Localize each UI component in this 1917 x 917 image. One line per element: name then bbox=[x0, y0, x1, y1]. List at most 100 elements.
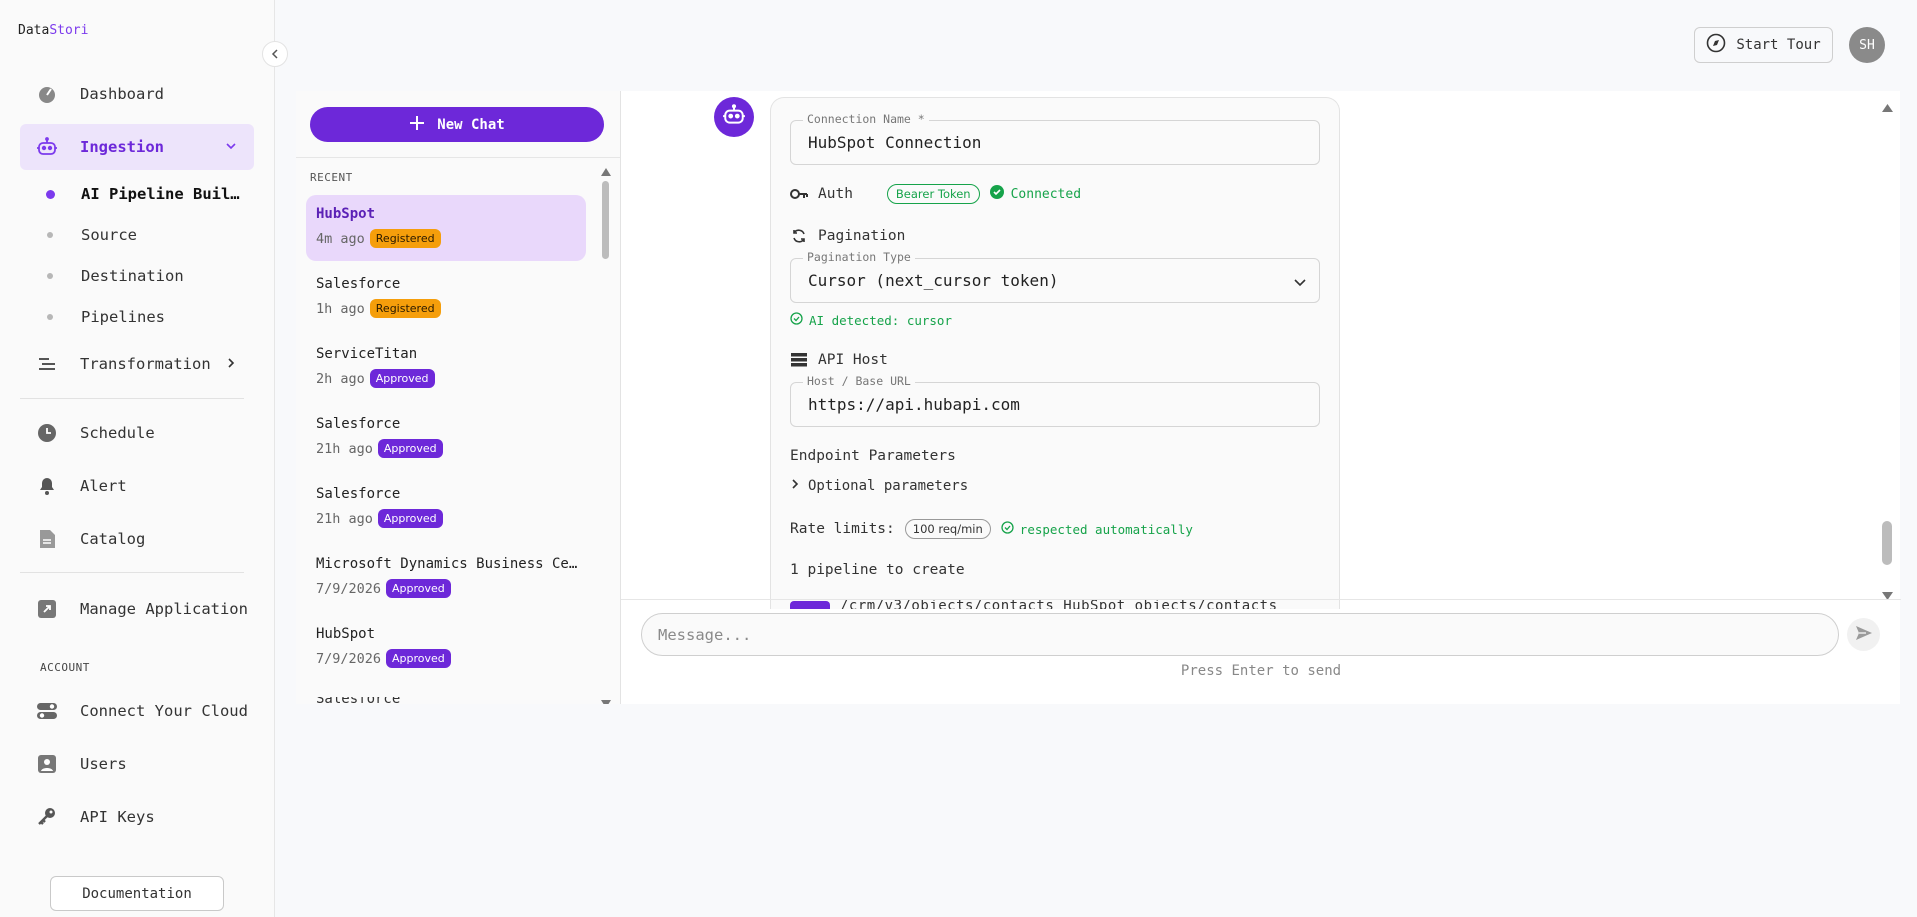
status-badge: Approved bbox=[369, 369, 435, 388]
server-icon bbox=[790, 351, 808, 369]
composer-divider bbox=[621, 599, 1901, 600]
check-circle-outline-icon bbox=[790, 312, 803, 328]
message-input[interactable] bbox=[641, 613, 1839, 656]
pipelines-count-label: 1 pipeline to create bbox=[790, 562, 965, 578]
avatar[interactable]: SH bbox=[1849, 27, 1885, 63]
start-tour-button[interactable]: Start Tour bbox=[1694, 27, 1833, 63]
external-link-icon bbox=[36, 598, 58, 620]
sidebar-item-schedule[interactable]: Schedule bbox=[20, 410, 254, 456]
brand-prefix: Data bbox=[18, 23, 50, 38]
ai-detected-row: AI detected: cursor bbox=[790, 312, 952, 328]
brand-logo[interactable]: DataStori bbox=[18, 23, 88, 38]
sidebar-item-label: Transformation bbox=[80, 355, 211, 373]
optional-parameters-toggle[interactable]: Optional parameters bbox=[790, 478, 968, 494]
chatlist-divider bbox=[296, 157, 620, 158]
gauge-icon bbox=[36, 83, 58, 105]
scroll-up-arrow-icon[interactable] bbox=[601, 161, 611, 180]
empty-content-area bbox=[296, 704, 1900, 917]
new-chat-button[interactable]: New Chat bbox=[310, 107, 604, 142]
pagination-type-select[interactable]: Pagination Type Cursor (next_cursor toke… bbox=[790, 250, 1320, 303]
scroll-down-arrow-icon[interactable] bbox=[1882, 585, 1893, 604]
scroll-up-arrow-icon[interactable] bbox=[1882, 97, 1893, 116]
scrollbar-thumb[interactable] bbox=[1882, 521, 1892, 565]
status-badge: Approved bbox=[386, 579, 451, 598]
sidebar-item-dashboard[interactable]: Dashboard bbox=[20, 71, 254, 117]
sidebar-item-label: Users bbox=[80, 755, 127, 773]
clock-icon bbox=[36, 422, 58, 444]
status-badge: Registered bbox=[369, 229, 441, 248]
sidebar-item-label: Schedule bbox=[80, 424, 155, 442]
sidebar-item-api-keys[interactable]: API Keys bbox=[20, 794, 254, 840]
sidebar-item-label: API Keys bbox=[80, 808, 155, 826]
sidebar-divider bbox=[20, 572, 244, 573]
scrollbar-thumb[interactable] bbox=[602, 181, 609, 259]
send-button[interactable] bbox=[1847, 618, 1880, 651]
sidebar-item-alert[interactable]: Alert bbox=[20, 463, 254, 509]
sidebar-subitem-destination[interactable]: Destination bbox=[47, 264, 184, 288]
chat-list-item[interactable]: Salesforce 21h ago Approved bbox=[306, 475, 586, 541]
check-circle-icon bbox=[989, 185, 1004, 203]
sidebar-subitem-pipelines[interactable]: Pipelines bbox=[47, 305, 165, 329]
auth-label: Auth bbox=[818, 186, 853, 202]
sidebar-subitem-ai-pipeline-builder[interactable]: AI Pipeline Buil… bbox=[46, 182, 240, 206]
collapse-sidebar-button[interactable] bbox=[262, 41, 288, 67]
chat-scrollbar[interactable] bbox=[1879, 91, 1895, 601]
chat-list-item-partial[interactable]: Salesforce bbox=[316, 697, 400, 704]
documentation-button[interactable]: Documentation bbox=[50, 876, 224, 911]
chat-list-item[interactable]: ServiceTitan 2h ago Approved bbox=[306, 335, 586, 401]
connection-name-value: HubSpot Connection bbox=[808, 133, 982, 152]
subitem-label: AI Pipeline Buil… bbox=[81, 185, 240, 203]
start-tour-label: Start Tour bbox=[1736, 37, 1821, 53]
chat-title: Salesforce bbox=[316, 486, 401, 502]
sidebar-item-ingestion[interactable]: Ingestion bbox=[20, 124, 254, 170]
chat-list-item[interactable]: HubSpot 7/9/2026 Approved bbox=[306, 615, 586, 681]
auth-row: Auth Bearer Token Connected bbox=[790, 184, 1081, 204]
chatlist-scrollbar[interactable] bbox=[601, 161, 611, 708]
sidebar-item-transformation[interactable]: Transformation bbox=[20, 341, 254, 387]
pipeline-item-partial[interactable]: /crm/v3/objects/contacts HubSpot objects… bbox=[790, 594, 1278, 609]
sidebar-subitem-source[interactable]: Source bbox=[47, 223, 137, 247]
sidebar-item-label: Connect Your Cloud bbox=[80, 702, 248, 720]
sidebar-item-label: Alert bbox=[80, 477, 127, 495]
sidebar-item-label: Ingestion bbox=[80, 138, 164, 156]
chat-list-item[interactable]: Microsoft Dynamics Business Cen… 7/9/202… bbox=[306, 545, 586, 611]
host-url-field[interactable]: Host / Base URL https://api.hubapi.com bbox=[790, 374, 1320, 427]
pagination-label: Pagination bbox=[818, 228, 906, 244]
connection-config-card: Connection Name * HubSpot Connection Aut… bbox=[770, 97, 1340, 609]
sidebar-item-label: Catalog bbox=[80, 530, 146, 548]
api-host-row: API Host bbox=[790, 351, 888, 369]
account-section-label: ACCOUNT bbox=[40, 661, 90, 674]
connection-name-field[interactable]: Connection Name * HubSpot Connection bbox=[790, 112, 1320, 165]
user-icon bbox=[36, 753, 58, 775]
chat-list-item[interactable]: Salesforce 21h ago Approved bbox=[306, 405, 586, 471]
optional-parameters-label: Optional parameters bbox=[808, 478, 969, 494]
sidebar: DataStori Dashboard Ingestion AI Pipelin… bbox=[0, 0, 275, 917]
chat-title: Salesforce bbox=[316, 276, 401, 292]
pipelines-heading: 1 pipeline to create bbox=[790, 562, 965, 578]
key-icon bbox=[36, 806, 58, 828]
dot-icon bbox=[47, 273, 53, 279]
plus-icon bbox=[409, 115, 425, 135]
chat-time: 1h ago bbox=[316, 300, 365, 317]
send-icon bbox=[1855, 624, 1873, 646]
chat-list-item[interactable]: HubSpot 4m ago Registered bbox=[306, 195, 586, 261]
sidebar-item-users[interactable]: Users bbox=[20, 741, 254, 787]
brand-accent: Stori bbox=[49, 23, 89, 38]
sidebar-item-manage-application[interactable]: Manage Application bbox=[20, 586, 254, 632]
chevron-down-icon bbox=[224, 139, 238, 157]
chevron-left-icon bbox=[269, 45, 281, 64]
field-label: Host / Base URL bbox=[803, 374, 915, 388]
auth-status-label: Connected bbox=[1010, 186, 1082, 202]
rate-limits-badge: 100 req/min bbox=[904, 519, 991, 539]
chat-title: HubSpot bbox=[316, 626, 376, 642]
sidebar-item-connect-your-cloud[interactable]: Connect Your Cloud bbox=[20, 688, 254, 734]
chat-list-item[interactable]: Salesforce 1h ago Registered bbox=[306, 265, 586, 331]
ai-detected-label: AI detected: cursor bbox=[809, 312, 952, 328]
api-host-label: API Host bbox=[818, 352, 888, 368]
chat-time: 7/9/2026 bbox=[316, 580, 382, 597]
dot-icon bbox=[47, 232, 53, 238]
chevron-down-icon bbox=[1293, 274, 1307, 293]
status-badge: Approved bbox=[377, 509, 443, 528]
sidebar-item-catalog[interactable]: Catalog bbox=[20, 516, 254, 562]
rate-limits-label: Rate limits: bbox=[790, 521, 895, 537]
